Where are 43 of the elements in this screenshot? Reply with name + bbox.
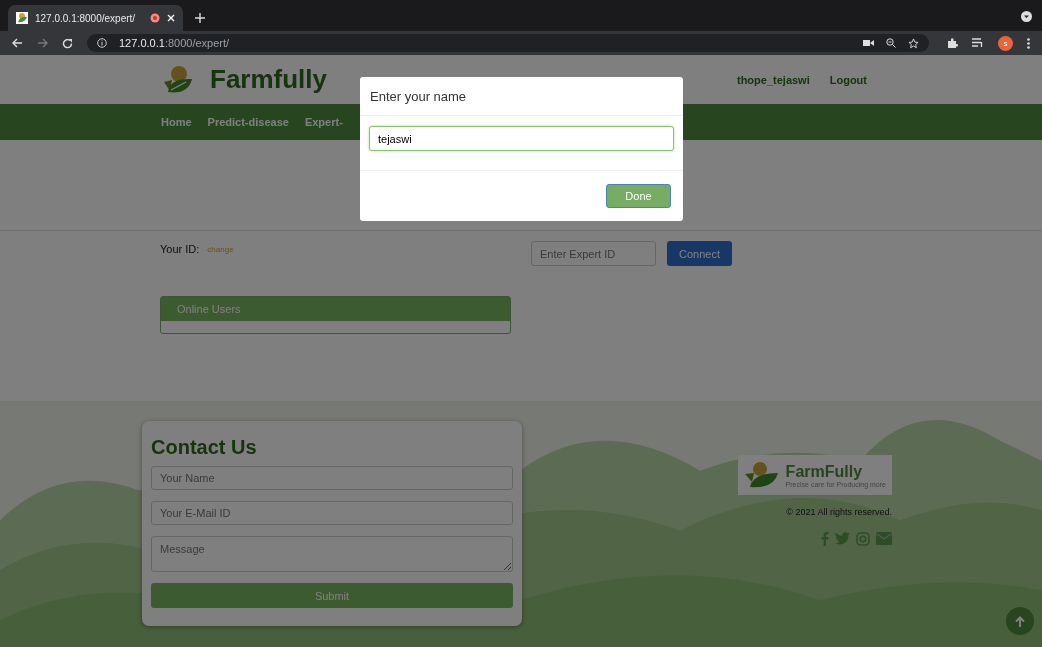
address-bar[interactable]: 127.0.0.1:8000/expert/	[87, 34, 929, 52]
info-icon	[97, 38, 107, 48]
name-input-field[interactable]: tejaswi	[369, 126, 674, 151]
tab-title: 127.0.0.1:8000/expert/	[35, 12, 137, 24]
email-field[interactable]: Your E-Mail ID	[151, 501, 513, 525]
back-icon[interactable]	[12, 38, 23, 48]
footer-brand-name: FarmFully	[785, 462, 864, 481]
your-id-label: Your ID:	[160, 243, 200, 255]
browser-tab[interactable]: 127.0.0.1:8000/expert/	[8, 5, 183, 31]
expert-id-field[interactable]: Enter Expert ID	[531, 241, 656, 266]
change-link[interactable]: change	[207, 244, 234, 254]
leaf-logo-icon	[743, 460, 780, 490]
reload-icon[interactable]	[62, 37, 73, 49]
forward-icon[interactable]	[37, 38, 48, 48]
profile-avatar[interactable]: s	[998, 35, 1013, 51]
connect-button[interactable]: Connect	[667, 241, 732, 266]
tab-search-icon[interactable]	[1021, 11, 1032, 22]
camera-icon[interactable]	[863, 39, 874, 47]
nav-link[interactable]: Home	[161, 116, 192, 128]
username-link[interactable]: thope_tejaswi	[737, 73, 810, 86]
logout-link[interactable]: Logout	[829, 73, 867, 86]
new-tab-icon[interactable]	[195, 13, 205, 23]
contact-title: Contact Us	[151, 436, 258, 459]
dialog-title: Enter your name	[370, 88, 467, 104]
submit-button[interactable]: Submit	[151, 583, 513, 608]
done-button[interactable]: Done	[606, 184, 671, 208]
online-users-title: Online Users	[161, 297, 510, 321]
media-queue-icon[interactable]	[972, 38, 984, 48]
star-icon[interactable]	[908, 37, 919, 49]
brand-name[interactable]: Farmfully	[210, 64, 328, 95]
nav-link[interactable]: Predict-disease	[207, 116, 289, 128]
recording-icon	[150, 13, 160, 23]
zoom-icon[interactable]	[886, 38, 896, 48]
message-field[interactable]: Message	[151, 536, 513, 572]
copyright-text: © 2021 All rights reserved.	[786, 507, 892, 517]
name-field[interactable]: Your Name	[151, 466, 513, 490]
puzzle-icon[interactable]	[947, 37, 958, 49]
more-icon[interactable]	[1027, 37, 1030, 49]
close-icon[interactable]	[167, 14, 175, 22]
arrow-up-icon	[1015, 615, 1025, 627]
nav-link[interactable]: Expert-	[304, 116, 343, 128]
url-text: 127.0.0.1:8000/expert/	[119, 37, 230, 49]
leaf-favicon-icon	[16, 12, 28, 24]
